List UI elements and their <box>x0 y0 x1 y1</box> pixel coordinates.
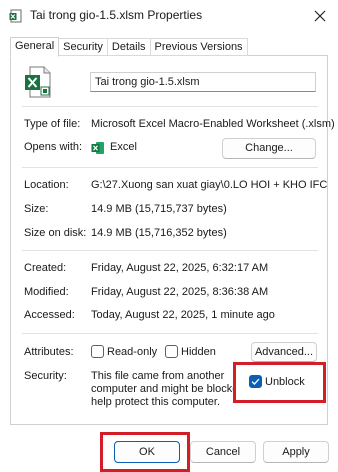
divider <box>22 333 318 334</box>
attributes-label: Attributes: <box>24 346 74 358</box>
size-value: 14.9 MB (15,715,737 bytes) <box>91 203 227 215</box>
size-label: Size: <box>24 203 49 215</box>
size-on-disk-label: Size on disk: <box>24 227 87 239</box>
divider <box>22 250 318 251</box>
cancel-button[interactable]: Cancel <box>190 441 256 463</box>
security-text-line2: computer and might be blocked to <box>91 383 257 395</box>
type-label: Type of file: <box>24 118 81 130</box>
hidden-checkbox[interactable] <box>165 345 178 358</box>
divider <box>22 106 318 107</box>
location-value: G:\27.Xuong san xuat giay\0.LO HOI + KHO… <box>91 179 328 191</box>
tab-strip: General Security Details Previous Versio… <box>10 37 248 57</box>
opens-with-label: Opens with: <box>24 141 83 153</box>
unblock-checkbox[interactable] <box>249 375 262 388</box>
advanced-button[interactable]: Advanced... <box>251 342 317 362</box>
readonly-checkbox[interactable] <box>91 345 104 358</box>
location-label: Location: <box>24 179 69 191</box>
unblock-label[interactable]: Unblock <box>265 376 305 388</box>
created-value: Friday, August 22, 2025, 6:32:17 AM <box>91 262 269 274</box>
ok-button[interactable]: OK <box>114 441 180 463</box>
checkmark-icon <box>251 378 260 386</box>
security-text-line1: This file came from another <box>91 370 225 382</box>
excel-file-icon <box>24 66 52 98</box>
readonly-label[interactable]: Read-only <box>107 346 157 358</box>
hidden-label[interactable]: Hidden <box>181 346 216 358</box>
apply-button[interactable]: Apply <box>263 441 329 463</box>
tab-details[interactable]: Details <box>107 38 151 56</box>
accessed-label: Accessed: <box>24 309 75 321</box>
tab-security[interactable]: Security <box>59 38 108 56</box>
security-text-line3: help protect this computer. <box>91 396 221 408</box>
modified-label: Modified: <box>24 286 69 298</box>
close-button[interactable] <box>306 4 334 28</box>
close-icon <box>314 10 326 22</box>
security-label: Security: <box>24 370 67 382</box>
size-on-disk-value: 14.9 MB (15,716,352 bytes) <box>91 227 227 239</box>
type-value: Microsoft Excel Macro-Enabled Worksheet … <box>91 118 335 130</box>
document-icon <box>9 9 23 23</box>
file-name-input[interactable]: Tai trong gio-1.5.xlsm <box>90 72 316 92</box>
window-title: Tai trong gio-1.5.xlsm Properties <box>30 8 203 22</box>
opens-with-value: Excel <box>110 141 137 153</box>
tab-previous-versions[interactable]: Previous Versions <box>150 38 248 56</box>
change-button[interactable]: Change... <box>222 138 316 159</box>
modified-value: Friday, August 22, 2025, 8:36:38 AM <box>91 286 269 298</box>
divider <box>22 167 318 168</box>
accessed-value: Today, August 22, 2025, 1 minute ago <box>91 309 275 321</box>
created-label: Created: <box>24 262 67 274</box>
excel-app-icon <box>91 141 105 155</box>
tab-general[interactable]: General <box>10 37 60 57</box>
